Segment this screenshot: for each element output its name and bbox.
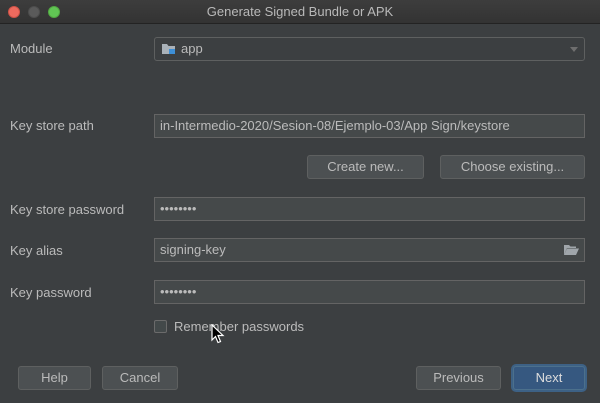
key-password-field[interactable]: •••••••• <box>154 280 585 304</box>
next-button[interactable]: Next <box>513 366 585 390</box>
key-alias-field[interactable]: signing-key <box>154 238 585 262</box>
module-label: Module <box>10 41 53 56</box>
help-button[interactable]: Help <box>18 366 91 390</box>
title-bar: Generate Signed Bundle or APK <box>0 0 600 24</box>
key-alias-label: Key alias <box>10 243 63 258</box>
dialog-window: Generate Signed Bundle or APK Module app… <box>0 0 600 403</box>
remember-passwords-label[interactable]: Remember passwords <box>174 319 304 335</box>
create-new-button[interactable]: Create new... <box>307 155 424 179</box>
keystore-path-value: in-Intermedio-2020/Sesion-08/Ejemplo-03/… <box>160 118 510 133</box>
folder-open-icon[interactable] <box>564 243 579 256</box>
mouse-pointer-icon <box>211 324 225 344</box>
key-alias-value: signing-key <box>160 242 226 257</box>
keystore-path-field[interactable]: in-Intermedio-2020/Sesion-08/Ejemplo-03/… <box>154 114 585 138</box>
module-select[interactable]: app <box>154 37 585 61</box>
keystore-path-label: Key store path <box>10 118 94 133</box>
previous-button[interactable]: Previous <box>416 366 501 390</box>
keystore-password-value: •••••••• <box>160 201 197 216</box>
remember-passwords-checkbox[interactable] <box>154 320 167 333</box>
choose-existing-button[interactable]: Choose existing... <box>440 155 585 179</box>
keystore-password-label: Key store password <box>10 202 125 217</box>
key-password-label: Key password <box>10 285 92 300</box>
dialog-title: Generate Signed Bundle or APK <box>206 4 394 19</box>
module-value: app <box>181 41 203 56</box>
keystore-password-field[interactable]: •••••••• <box>154 197 585 221</box>
chevron-down-icon <box>570 47 578 52</box>
cancel-button[interactable]: Cancel <box>102 366 178 390</box>
key-password-value: •••••••• <box>160 284 197 299</box>
folder-module-icon <box>162 44 175 54</box>
